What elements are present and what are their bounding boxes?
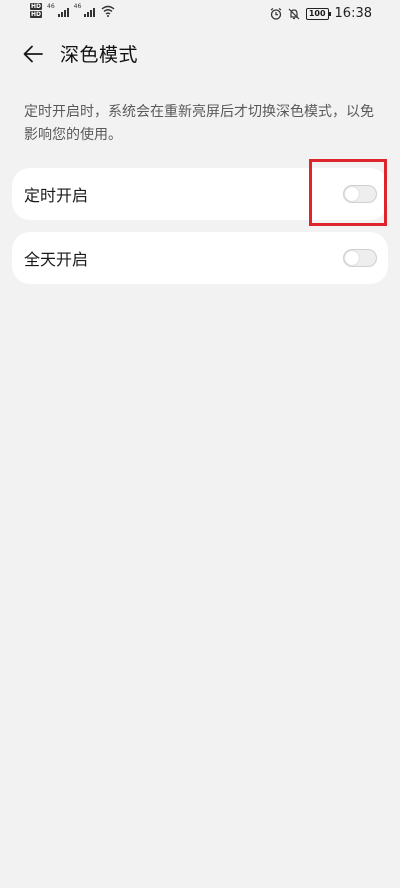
all-day-on-label: 全天开启 (24, 250, 89, 269)
highlight-box (309, 159, 387, 226)
status-right: 100 16:38 (270, 6, 372, 21)
toggle-knob (345, 251, 359, 265)
description-text: 定时开启时，系统会在重新亮屏后才切换深色模式，以免影响您的使用。 (24, 104, 374, 143)
status-bar: HD HD 46 46 100 16:38 (0, 0, 400, 28)
battery-icon: 100 (305, 7, 331, 20)
network-type-2: 46 (73, 3, 82, 10)
arrow-left-icon (23, 45, 43, 63)
signal-icon (57, 5, 69, 17)
status-time: 16:38 (334, 6, 372, 21)
scheduled-on-label: 定时开启 (24, 186, 89, 205)
app-header: 深色模式 (0, 30, 400, 78)
status-left: HD HD 46 46 (30, 3, 115, 18)
sim-tags: HD HD (30, 3, 43, 18)
all-day-on-toggle[interactable] (343, 249, 377, 267)
all-day-on-row[interactable]: 全天开启 (12, 232, 388, 284)
back-button[interactable] (18, 40, 48, 68)
network-type-1: 46 (47, 3, 55, 10)
signal-icon-2 (84, 5, 96, 17)
mute-bell-icon (288, 8, 300, 19)
hd-badge-2: HD (30, 11, 43, 18)
hd-badge-1: HD (30, 3, 43, 10)
alarm-icon (270, 7, 282, 20)
wifi-icon (101, 5, 115, 17)
page-title: 深色模式 (60, 44, 139, 66)
